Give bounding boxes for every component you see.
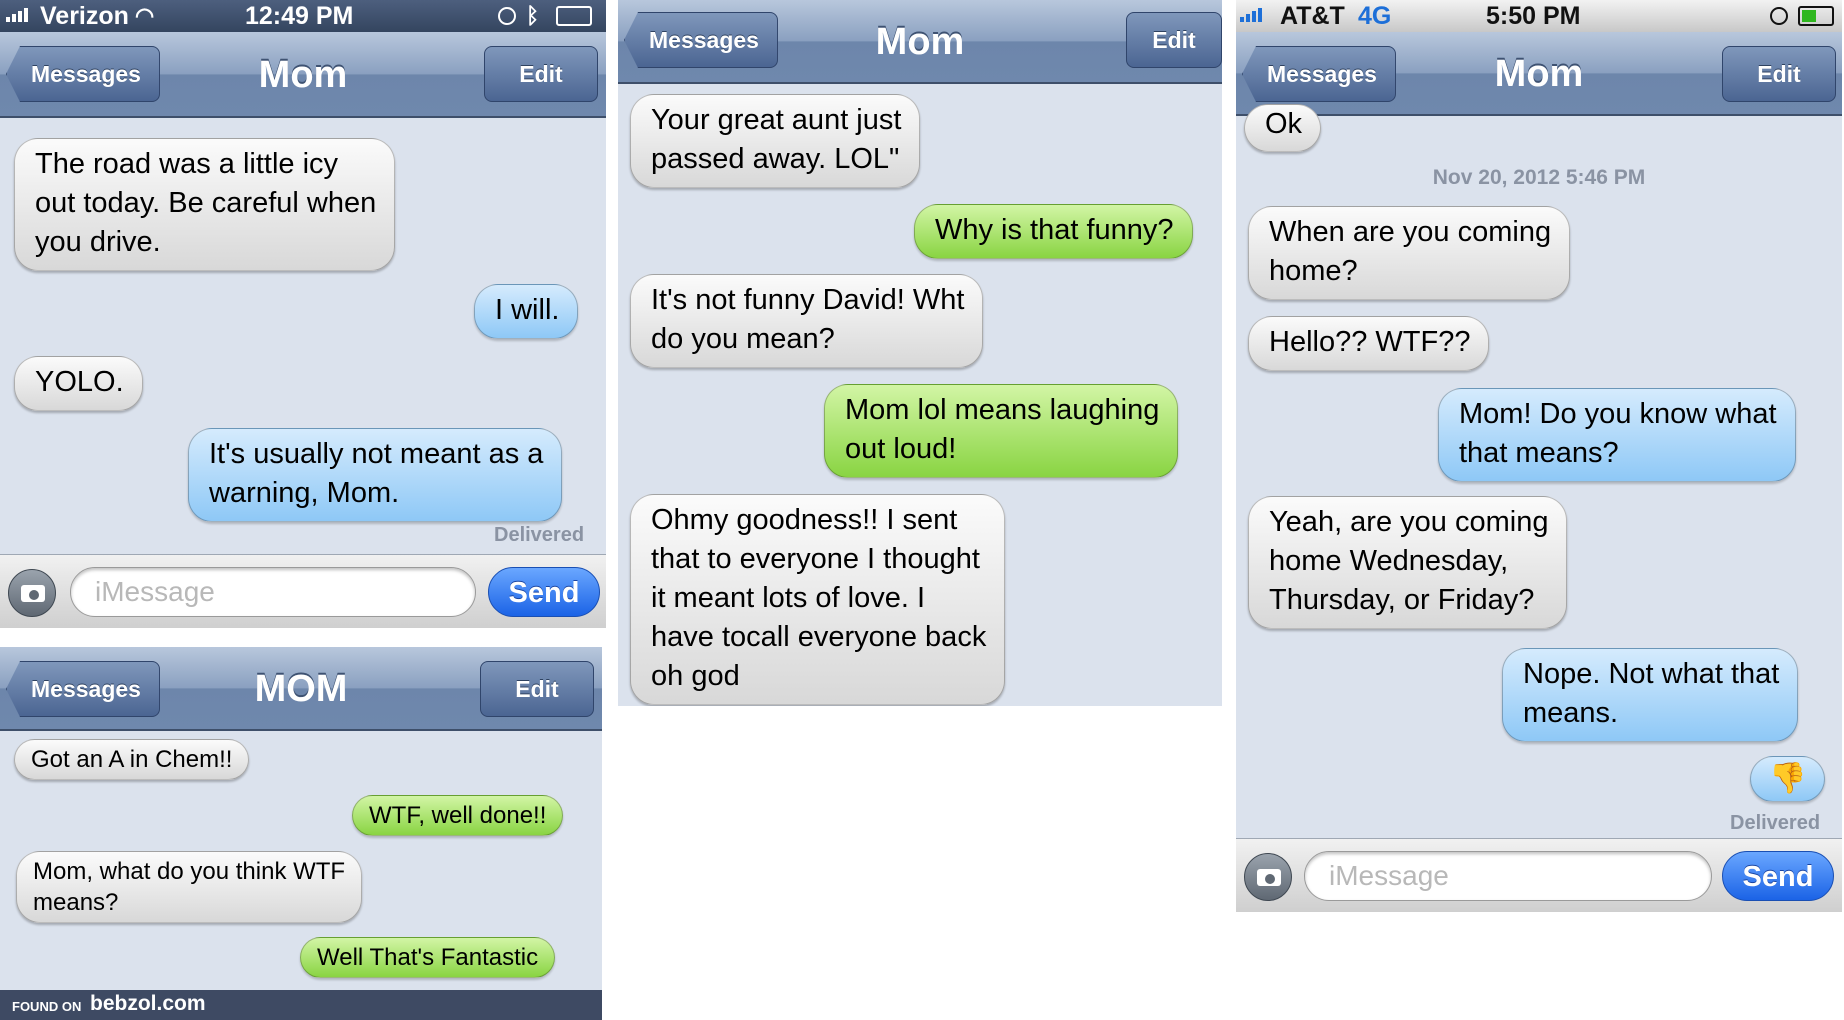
message-outgoing: WTF, well done!!	[352, 795, 564, 836]
message-incoming: Hello?? WTF??	[1238, 316, 1490, 371]
camera-icon[interactable]	[8, 569, 56, 617]
imessage-input[interactable]: iMessage	[70, 567, 476, 617]
composer-bar: iMessage Send	[1236, 838, 1842, 912]
message-outgoing: Mom lol means laughing out loud!	[824, 384, 1179, 478]
alarm-icon	[1770, 7, 1788, 25]
message-incoming: Ohmy goodness!! I sent that to everyone …	[620, 494, 1006, 705]
message-outgoing: Mom! Do you know what that means?	[1438, 388, 1796, 482]
message-incoming: The road was a little icy out today. Be …	[4, 138, 396, 271]
conversation-panel-4: AT&T 4G 5:50 PM Messages Mom Edit Ok Nov…	[1236, 0, 1842, 912]
delivered-label: Delivered	[1730, 812, 1821, 834]
alarm-icon	[498, 7, 516, 25]
clock-time: 12:49 PM	[245, 2, 354, 30]
message-outgoing: Nope. Not what that means.	[1502, 648, 1799, 742]
battery-icon	[556, 6, 592, 26]
edit-button[interactable]: Edit	[484, 46, 598, 102]
conversation-panel-2: Messages MOM Edit Got an A in Chem!! WTF…	[0, 647, 602, 1020]
nav-bar: Messages MOM Edit	[0, 647, 602, 731]
nav-bar: Messages Mom Edit	[0, 32, 606, 118]
message-incoming: Yeah, are you coming home Wednesday, Thu…	[1238, 496, 1568, 629]
network-label: 4G	[1358, 2, 1392, 30]
nav-bar: Messages Mom Edit	[1236, 32, 1842, 116]
camera-icon[interactable]	[1244, 853, 1292, 901]
signal-icon	[1240, 8, 1262, 22]
message-incoming: When are you coming home?	[1238, 206, 1571, 300]
status-bar: AT&T 4G 5:50 PM	[1236, 0, 1842, 32]
message-outgoing: I will.	[474, 284, 579, 339]
signal-icon	[6, 8, 28, 22]
thumbs-down-icon: 👎	[1750, 756, 1826, 802]
edit-button[interactable]: Edit	[480, 661, 594, 717]
found-on-label: FOUND ON	[12, 999, 82, 1014]
send-button[interactable]: Send	[1722, 851, 1834, 901]
edit-button[interactable]: Edit	[1722, 46, 1836, 102]
wifi-icon: ◠	[135, 3, 155, 28]
composer-bar: iMessage Send	[0, 554, 606, 628]
carrier-label: Verizon	[40, 2, 129, 30]
conversation-panel-3: Messages Mom Edit Your great aunt just p…	[618, 0, 1222, 706]
edit-button[interactable]: Edit	[1126, 12, 1222, 68]
bluetooth-icon: ᛒ	[526, 3, 540, 28]
message-incoming: Got an A in Chem!!	[4, 739, 250, 780]
send-button[interactable]: Send	[488, 567, 600, 617]
source-site-label: bebzol.com	[90, 992, 206, 1015]
timestamp: Nov 20, 2012 5:46 PM	[1432, 166, 1646, 189]
clock-time: 5:50 PM	[1486, 2, 1581, 30]
message-incoming: YOLO.	[5, 356, 143, 411]
source-footer: FOUND ON bebzol.com	[0, 990, 602, 1020]
conversation-panel-1: Verizon ◠ 12:49 PM ᛒ Messages Mom Edit T…	[0, 0, 606, 628]
message-outgoing: It's usually not meant as a warning, Mom…	[188, 428, 563, 522]
nav-bar: Messages Mom Edit	[618, 0, 1222, 84]
delivered-label: Delivered	[494, 524, 585, 546]
carrier-label: AT&T	[1280, 2, 1345, 30]
message-incoming: Mom, what do you think WTF means?	[6, 851, 363, 923]
message-outgoing: Well That's Fantastic	[300, 937, 556, 978]
imessage-input[interactable]: iMessage	[1304, 851, 1712, 901]
message-incoming: Ok	[1236, 104, 1322, 152]
message-incoming: Your great aunt just passed away. LOL"	[620, 94, 921, 188]
status-bar: Verizon ◠ 12:49 PM ᛒ	[0, 0, 606, 32]
message-incoming: It's not funny David! Wht do you mean?	[620, 274, 984, 368]
message-outgoing: Why is that funny?	[914, 204, 1193, 259]
battery-icon	[1798, 6, 1834, 26]
